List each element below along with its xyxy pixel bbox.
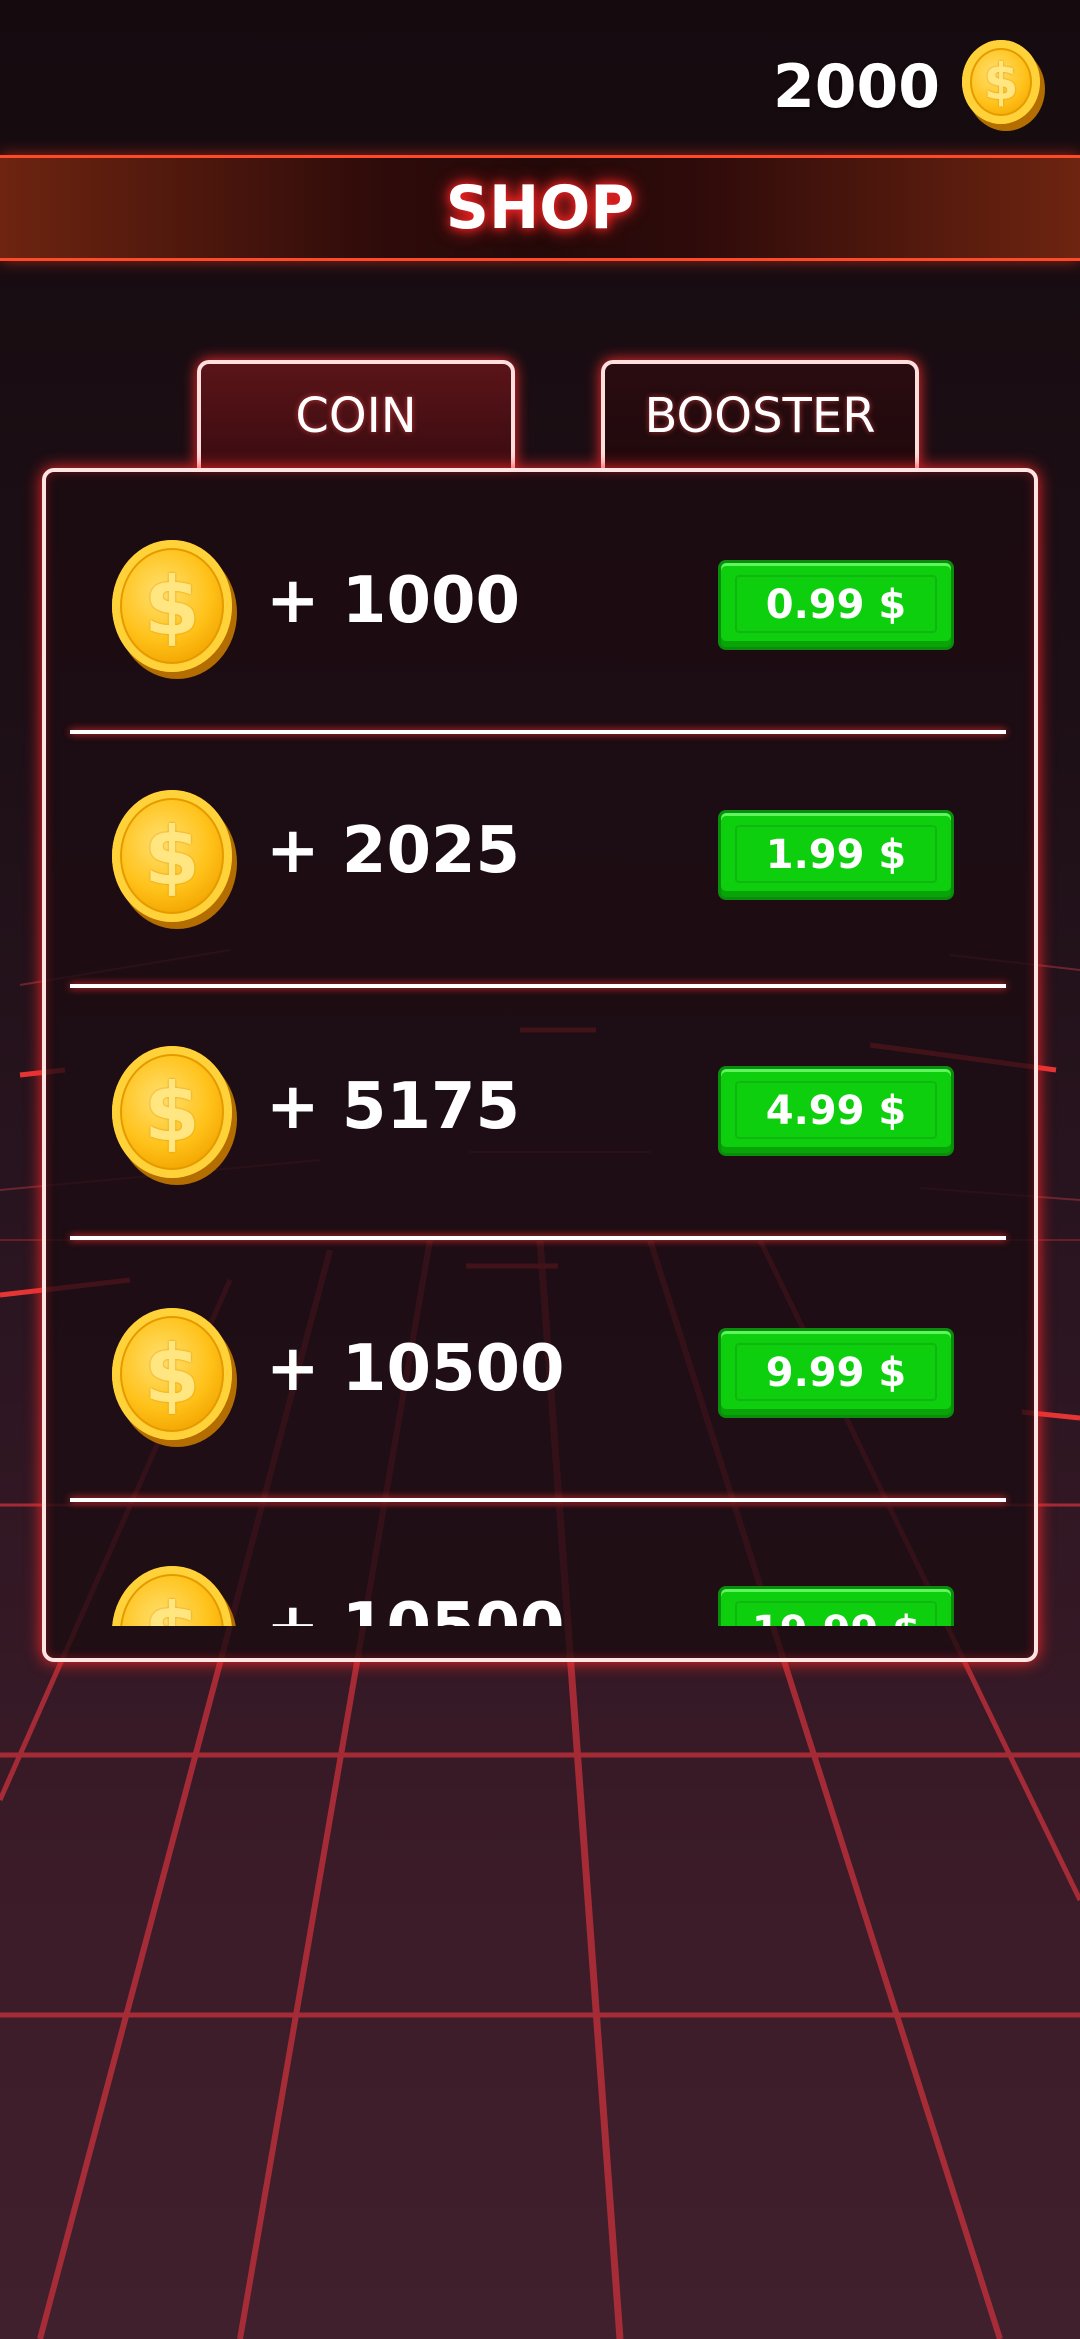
coin-pack-panel[interactable]: $ + 1000 0.99 $ $ + 2025 1.99 $ $ + 5175 4.99 $ $… bbox=[42, 468, 1038, 1662]
dollar-coin-icon: $ bbox=[112, 1308, 232, 1440]
buy-button-price: 0.99 $ bbox=[765, 582, 907, 628]
dollar-coin-icon: $ bbox=[112, 540, 232, 672]
buy-button-price: 4.99 $ bbox=[765, 1088, 907, 1134]
coin-pack-amount: + 10500 bbox=[266, 1590, 565, 1626]
coin-pack-item: $ + 2025 1.99 $ bbox=[46, 756, 1034, 956]
balance-amount: 2000 bbox=[773, 52, 940, 122]
buy-button[interactable]: 19.99 $ bbox=[718, 1586, 954, 1626]
shop-title: SHOP bbox=[445, 173, 635, 243]
coin-pack-list[interactable]: $ + 1000 0.99 $ $ + 2025 1.99 $ $ + 5175 4.99 $ $… bbox=[46, 472, 1034, 1626]
coin-pack-item: $ + 5175 4.99 $ bbox=[46, 1012, 1034, 1212]
tab-booster[interactable]: BOOSTER bbox=[601, 360, 919, 468]
buy-button[interactable]: 4.99 $ bbox=[718, 1066, 954, 1156]
coin-pack-item: $ + 10500 19.99 $ bbox=[46, 1532, 1034, 1626]
dollar-coin-icon: $ bbox=[112, 1566, 232, 1626]
coin-pack-amount: + 5175 bbox=[266, 1070, 521, 1144]
shop-banner: SHOP bbox=[0, 155, 1080, 261]
dollar-coin-icon: $ bbox=[962, 40, 1040, 124]
row-divider bbox=[70, 1236, 1006, 1240]
buy-button[interactable]: 9.99 $ bbox=[718, 1328, 954, 1418]
tab-coin[interactable]: COIN bbox=[197, 360, 515, 468]
coin-pack-amount: + 1000 bbox=[266, 564, 521, 638]
buy-button-price: 19.99 $ bbox=[752, 1608, 920, 1626]
dollar-coin-icon: $ bbox=[112, 1046, 232, 1178]
dollar-coin-icon: $ bbox=[112, 790, 232, 922]
tab-booster-label: BOOSTER bbox=[644, 388, 876, 444]
row-divider bbox=[70, 1498, 1006, 1502]
coin-pack-amount: + 2025 bbox=[266, 814, 521, 888]
row-divider bbox=[70, 984, 1006, 988]
buy-button[interactable]: 0.99 $ bbox=[718, 560, 954, 650]
coin-pack-item: $ + 10500 9.99 $ bbox=[46, 1274, 1034, 1474]
tab-coin-label: COIN bbox=[295, 388, 417, 444]
buy-button-price: 1.99 $ bbox=[765, 832, 907, 878]
buy-button-price: 9.99 $ bbox=[765, 1350, 907, 1396]
row-divider bbox=[70, 730, 1006, 734]
coin-pack-amount: + 10500 bbox=[266, 1332, 565, 1406]
coin-pack-item: $ + 1000 0.99 $ bbox=[46, 506, 1034, 706]
buy-button[interactable]: 1.99 $ bbox=[718, 810, 954, 900]
